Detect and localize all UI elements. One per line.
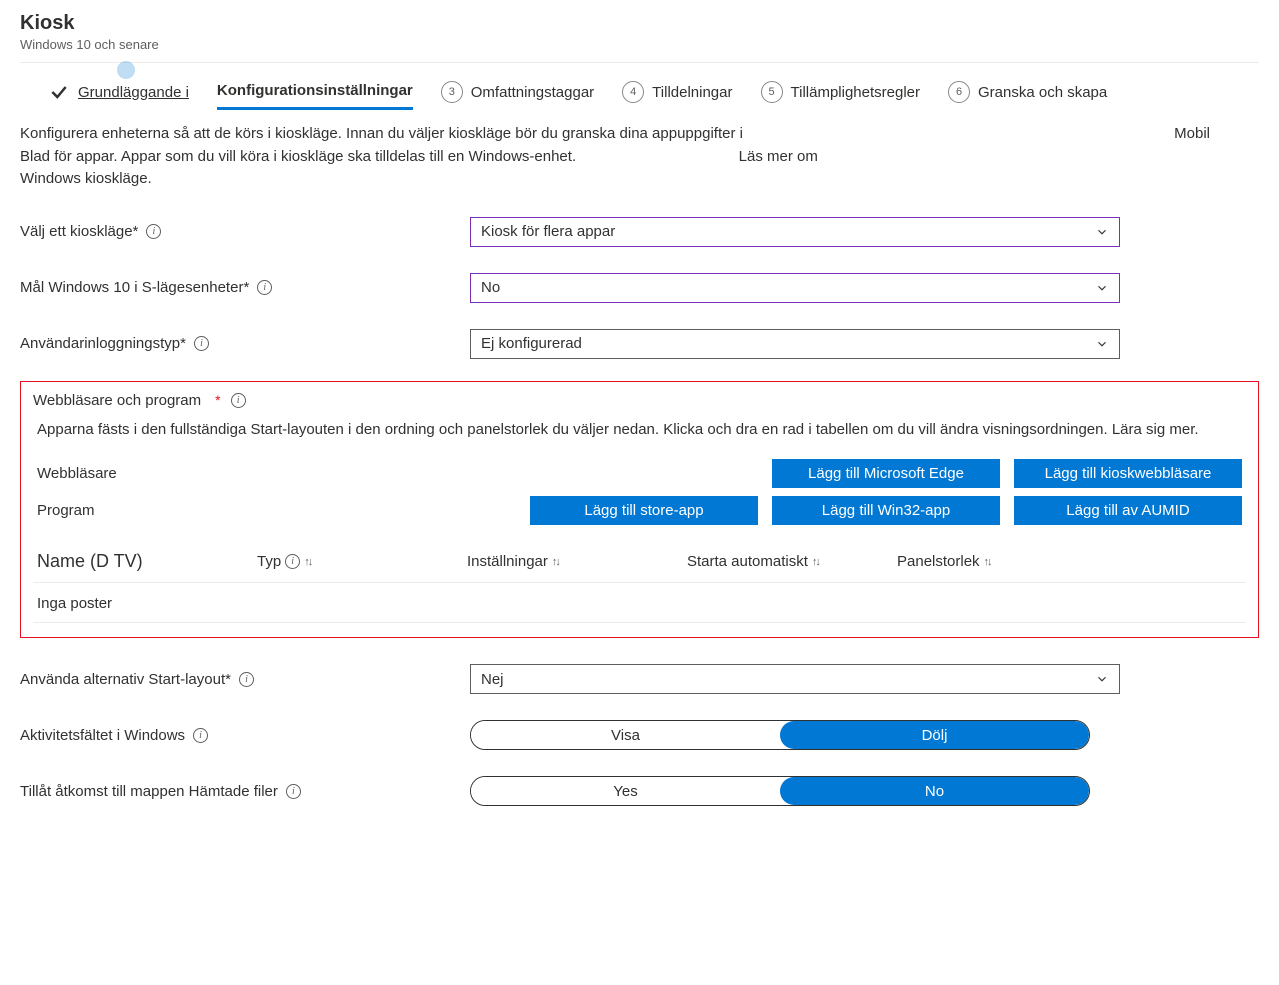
tab-basics[interactable]: Grundläggande i bbox=[48, 81, 189, 111]
page-subtitle: Windows 10 och senare bbox=[20, 37, 1259, 52]
kiosk-mode-select[interactable]: Kiosk för flera appar bbox=[470, 217, 1120, 247]
chevron-down-icon bbox=[1095, 281, 1109, 295]
section-title: Webbläsare och program bbox=[33, 392, 201, 409]
tab-label: Granska och skapa bbox=[978, 84, 1107, 101]
chevron-down-icon bbox=[1095, 225, 1109, 239]
chevron-down-icon bbox=[1095, 337, 1109, 351]
info-icon[interactable]: i bbox=[257, 280, 272, 295]
intro-line: Konfigurera enheterna så att de körs i k… bbox=[20, 125, 743, 142]
programs-row-label: Program bbox=[37, 502, 357, 519]
taskbar-toggle: Visa Dölj bbox=[470, 720, 1090, 750]
info-icon[interactable]: i bbox=[193, 728, 208, 743]
chevron-down-icon bbox=[1095, 672, 1109, 686]
select-value: Kiosk för flera appar bbox=[481, 223, 615, 240]
intro-line: Windows kioskläge. bbox=[20, 170, 152, 187]
section-description: Apparna fästs i den fullständiga Start-l… bbox=[37, 419, 1242, 442]
col-name[interactable]: Name (D TV) bbox=[37, 551, 247, 572]
tab-review-create[interactable]: 6 Granska och skapa bbox=[948, 81, 1107, 111]
logon-type-select[interactable]: Ej konfigurerad bbox=[470, 329, 1120, 359]
downloads-label: Tillåt åtkomst till mappen Hämtade filer bbox=[20, 783, 278, 800]
sort-icon[interactable]: ↑↓ bbox=[304, 556, 311, 568]
downloads-toggle-no[interactable]: No bbox=[780, 777, 1089, 805]
col-tilesize[interactable]: Panelstorlek ↑↓ bbox=[897, 553, 1077, 570]
info-icon[interactable]: i bbox=[146, 224, 161, 239]
col-autostart[interactable]: Starta automatiskt ↑↓ bbox=[687, 553, 887, 570]
select-value: Nej bbox=[481, 671, 504, 688]
col-type[interactable]: Typ i ↑↓ bbox=[257, 553, 457, 570]
tab-label: Grundläggande i bbox=[78, 84, 189, 101]
wizard-tabs: Grundläggande i Konfigurationsinställnin… bbox=[20, 63, 1259, 111]
learn-more-link[interactable]: Läs mer om bbox=[739, 148, 818, 165]
info-icon[interactable]: i bbox=[239, 672, 254, 687]
info-icon[interactable]: i bbox=[285, 554, 300, 569]
s-mode-label: Mål Windows 10 i S-lägesenheter* bbox=[20, 279, 249, 296]
downloads-toggle-yes[interactable]: Yes bbox=[471, 777, 780, 805]
alt-start-layout-select[interactable]: Nej bbox=[470, 664, 1120, 694]
sort-icon[interactable]: ↑↓ bbox=[552, 556, 559, 568]
col-settings[interactable]: Inställningar ↑↓ bbox=[467, 553, 677, 570]
tab-scope-tags[interactable]: 3 Omfattningstaggar bbox=[441, 81, 594, 111]
tab-assignments[interactable]: 4 Tilldelningar bbox=[622, 81, 732, 111]
intro-text: Mobil Konfigurera enheterna så att de kö… bbox=[20, 123, 1220, 191]
required-star-icon: * bbox=[215, 392, 220, 408]
sort-icon[interactable]: ↑↓ bbox=[984, 556, 991, 568]
info-icon[interactable]: i bbox=[231, 393, 246, 408]
table-empty-row: Inga poster bbox=[33, 583, 1246, 623]
add-edge-button[interactable]: Lägg till Microsoft Edge bbox=[772, 459, 1000, 488]
info-icon[interactable]: i bbox=[286, 784, 301, 799]
select-value: Ej konfigurerad bbox=[481, 335, 582, 352]
downloads-toggle: Yes No bbox=[470, 776, 1090, 806]
step-number-icon: 6 bbox=[948, 81, 970, 103]
step-number-icon: 4 bbox=[622, 81, 644, 103]
page-title: Kiosk bbox=[20, 12, 1259, 35]
taskbar-label: Aktivitetsfältet i Windows bbox=[20, 727, 185, 744]
tab-applicability-rules[interactable]: 5 Tillämplighetsregler bbox=[761, 81, 921, 111]
checkmark-icon bbox=[48, 81, 70, 103]
browsers-and-apps-section: Webbläsare och program * i Apparna fästs… bbox=[20, 381, 1259, 639]
tab-label: Tilldelningar bbox=[652, 84, 732, 101]
mobil-label: Mobil bbox=[1174, 123, 1210, 146]
sort-icon[interactable]: ↑↓ bbox=[812, 556, 819, 568]
alt-start-layout-label: Använda alternativ Start-layout* bbox=[20, 671, 231, 688]
intro-line: Blad för appar. Appar som du vill köra i… bbox=[20, 148, 576, 165]
add-store-app-button[interactable]: Lägg till store-app bbox=[530, 496, 758, 525]
logon-type-label: Användarinloggningstyp* bbox=[20, 335, 186, 352]
step-number-icon: 3 bbox=[441, 81, 463, 103]
add-kiosk-browser-button[interactable]: Lägg till kioskwebbläsare bbox=[1014, 459, 1242, 488]
browsers-row-label: Webbläsare bbox=[37, 465, 357, 482]
taskbar-toggle-hide[interactable]: Dölj bbox=[780, 721, 1089, 749]
apps-table-header: Name (D TV) Typ i ↑↓ Inställningar ↑↓ St… bbox=[33, 545, 1246, 583]
select-value: No bbox=[481, 279, 500, 296]
info-icon[interactable]: i bbox=[194, 336, 209, 351]
s-mode-select[interactable]: No bbox=[470, 273, 1120, 303]
add-by-aumid-button[interactable]: Lägg till av AUMID bbox=[1014, 496, 1242, 525]
taskbar-toggle-show[interactable]: Visa bbox=[471, 721, 780, 749]
tab-label: Tillämplighetsregler bbox=[791, 84, 921, 101]
kiosk-mode-label: Välj ett kioskläge* bbox=[20, 223, 138, 240]
tab-label: Omfattningstaggar bbox=[471, 84, 594, 101]
add-win32-app-button[interactable]: Lägg till Win32-app bbox=[772, 496, 1000, 525]
tab-configuration-settings[interactable]: Konfigurationsinställningar bbox=[217, 82, 413, 110]
step-number-icon: 5 bbox=[761, 81, 783, 103]
tab-label: Konfigurationsinställningar bbox=[217, 82, 413, 99]
